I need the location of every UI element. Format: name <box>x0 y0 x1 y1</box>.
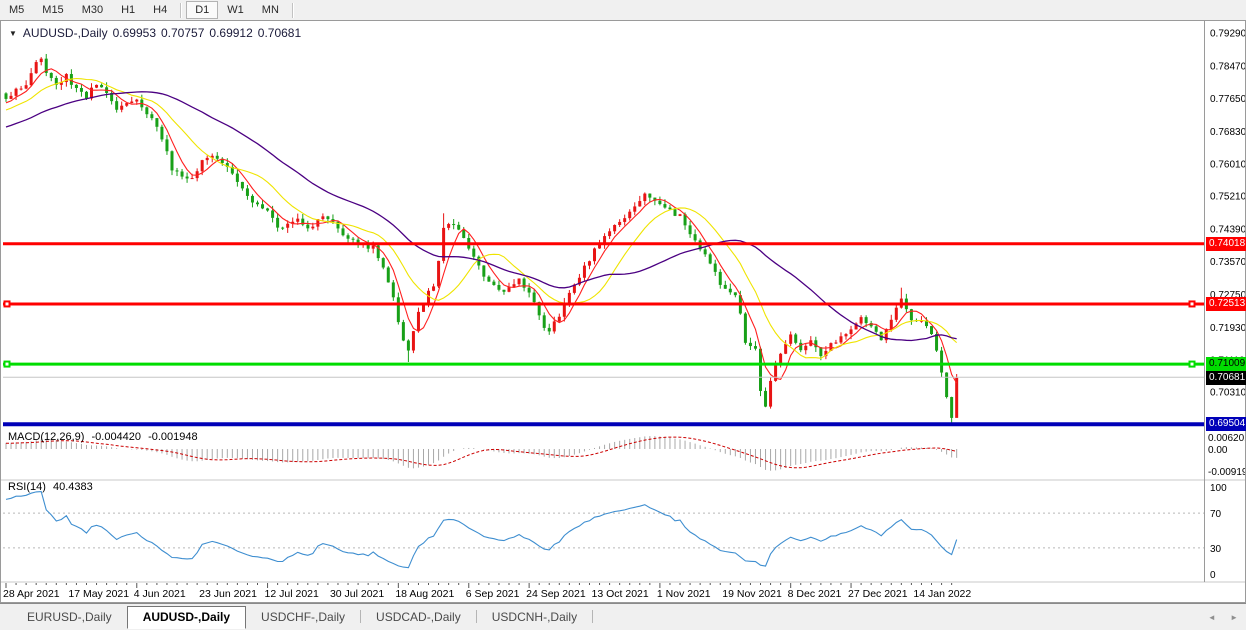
ohlc-high: 0.70757 <box>161 26 204 40</box>
svg-text:0.70310: 0.70310 <box>1210 388 1246 399</box>
svg-text:30 Jul 2021: 30 Jul 2021 <box>330 588 384 600</box>
svg-text:1 Nov 2021: 1 Nov 2021 <box>657 588 711 600</box>
svg-text:0.76830: 0.76830 <box>1210 127 1246 138</box>
price-label-support-blue: 0.69504 <box>1206 417 1246 431</box>
svg-text:0.78470: 0.78470 <box>1210 61 1246 72</box>
tab-usdcnh-daily[interactable]: USDCNH-,Daily <box>477 608 592 627</box>
timeframe-button-h1[interactable]: H1 <box>112 1 144 19</box>
tab-usdcad-daily[interactable]: USDCAD-,Daily <box>361 608 476 627</box>
price-label-resistance-upper: 0.74018 <box>1206 237 1246 251</box>
svg-text:-0.009197: -0.009197 <box>1208 467 1246 478</box>
chart-symbol-period: AUDUSD-,Daily <box>23 26 108 40</box>
svg-text:12 Jul 2021: 12 Jul 2021 <box>265 588 319 600</box>
svg-text:14 Jan 2022: 14 Jan 2022 <box>913 588 971 600</box>
macd-name: MACD(12,26,9) <box>8 431 84 443</box>
tab-eurusd-daily[interactable]: EURUSD-,Daily <box>12 608 127 627</box>
svg-text:4 Jun 2021: 4 Jun 2021 <box>134 588 186 600</box>
toolbar-separator <box>180 3 182 18</box>
timeframe-button-d1[interactable]: D1 <box>186 1 218 19</box>
chart-canvas[interactable]: 0.79290 0.78470 0.77650 0.76830 0.76010 0.752… <box>0 20 1246 603</box>
svg-text:17 May 2021: 17 May 2021 <box>68 588 129 600</box>
svg-text:6 Sep 2021: 6 Sep 2021 <box>466 588 520 600</box>
svg-text:100: 100 <box>1210 483 1227 494</box>
svg-text:0.77650: 0.77650 <box>1210 94 1246 105</box>
svg-text:18 Aug 2021: 18 Aug 2021 <box>395 588 454 600</box>
timeframe-button-m15[interactable]: M15 <box>33 1 72 19</box>
svg-text:0.76010: 0.76010 <box>1210 160 1246 171</box>
timeframe-toolbar: M5 M15 M30 H1 H4 D1 W1 MN <box>0 0 1246 20</box>
svg-text:0.74390: 0.74390 <box>1210 224 1246 235</box>
tab-scroll-arrows: ◄ ► <box>1196 613 1238 622</box>
toolbar-separator <box>292 3 294 18</box>
timeframe-button-m30[interactable]: M30 <box>73 1 112 19</box>
svg-text:0: 0 <box>1210 570 1216 581</box>
timeframe-button-mn[interactable]: MN <box>253 1 288 19</box>
svg-text:0.00: 0.00 <box>1208 445 1228 456</box>
tab-scroll-right-icon[interactable]: ► <box>1230 613 1238 622</box>
tab-audusd-daily[interactable]: AUDUSD-,Daily <box>127 606 246 629</box>
svg-text:0.73570: 0.73570 <box>1210 257 1246 268</box>
ohlc-close: 0.70681 <box>258 26 301 40</box>
svg-text:23 Jun 2021: 23 Jun 2021 <box>199 588 257 600</box>
rsi-name: RSI(14) <box>8 481 46 493</box>
svg-text:70: 70 <box>1210 509 1222 520</box>
svg-text:0.79290: 0.79290 <box>1210 29 1246 40</box>
rsi-indicator-label: RSI(14) 40.4383 <box>8 481 97 493</box>
rsi-value: 40.4383 <box>53 481 93 493</box>
price-label-support-green: 0.71009 <box>1206 357 1246 371</box>
svg-text:30: 30 <box>1210 544 1222 555</box>
price-label-resistance-lower: 0.72513 <box>1206 297 1246 311</box>
tab-scroll-left-icon[interactable]: ◄ <box>1208 613 1216 622</box>
svg-text:27 Dec 2021: 27 Dec 2021 <box>848 588 908 600</box>
svg-text:19 Nov 2021: 19 Nov 2021 <box>722 588 782 600</box>
chart-tab-bar: EURUSD-,Daily AUDUSD-,Daily USDCHF-,Dail… <box>0 603 1246 630</box>
macd-signal-value: -0.001948 <box>148 431 198 443</box>
svg-text:28 Apr 2021: 28 Apr 2021 <box>3 588 60 600</box>
price-label-current-price: 0.70681 <box>1206 371 1246 385</box>
chart-title: ▼ AUDUSD-,Daily 0.69953 0.70757 0.69912 … <box>9 26 306 40</box>
timeframe-button-m5[interactable]: M5 <box>0 1 33 19</box>
timeframe-button-w1[interactable]: W1 <box>218 1 253 19</box>
svg-text:24 Sep 2021: 24 Sep 2021 <box>526 588 586 600</box>
svg-text:13 Oct 2021: 13 Oct 2021 <box>592 588 649 600</box>
svg-text:0.75210: 0.75210 <box>1210 192 1246 203</box>
svg-text:0.71930: 0.71930 <box>1210 323 1246 334</box>
macd-main-value: -0.004420 <box>91 431 141 443</box>
symbol-dropdown-icon[interactable]: ▼ <box>9 29 17 38</box>
ohlc-open: 0.69953 <box>113 26 156 40</box>
svg-text:8 Dec 2021: 8 Dec 2021 <box>788 588 842 600</box>
svg-text:0.006201: 0.006201 <box>1208 433 1246 444</box>
timeframe-button-h4[interactable]: H4 <box>144 1 176 19</box>
ohlc-low: 0.69912 <box>209 26 252 40</box>
tab-usdchf-daily[interactable]: USDCHF-,Daily <box>246 608 360 627</box>
tab-separator <box>592 610 593 623</box>
macd-indicator-label: MACD(12,26,9) -0.004420 -0.001948 <box>8 431 202 443</box>
